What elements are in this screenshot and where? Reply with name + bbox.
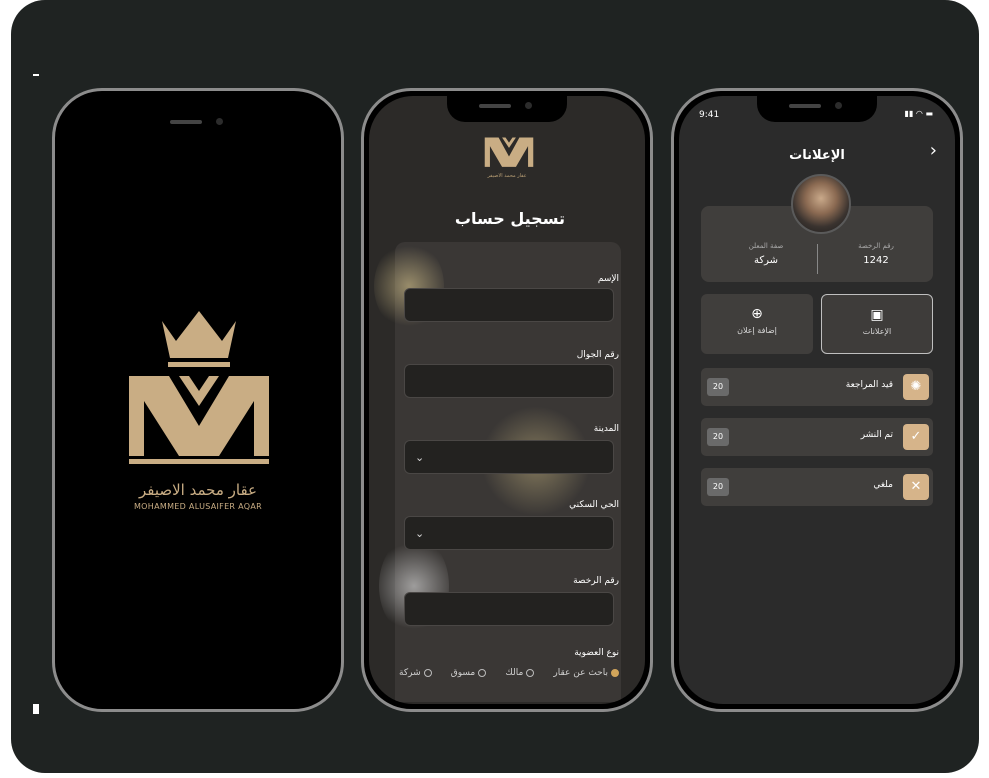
phone-registration: عقار محمد الاصيفر تسجيل حساب الإسم رقم ا… [361, 88, 653, 712]
mobile-field[interactable] [404, 364, 614, 398]
radio-icon [423, 669, 432, 677]
membership-option-seeker[interactable]: باحث عن عقار [553, 668, 619, 678]
speaker-icon [170, 120, 202, 124]
close-icon: ✕ [903, 474, 929, 500]
add-ad-tile[interactable]: ⊕ إضافة إعلان [701, 294, 813, 354]
divider [817, 244, 818, 274]
brand-name-english: MOHAMMED ALUSAIFER AQAR [133, 502, 262, 511]
membership-option-company[interactable]: شركة [399, 668, 432, 678]
license-label: رقم الرخصة [573, 576, 619, 586]
registration-screen: عقار محمد الاصيفر تسجيل حساب الإسم رقم ا… [369, 96, 645, 704]
radio-icon [478, 669, 487, 677]
brand-name-small: عقار محمد الاصيفر [487, 173, 527, 179]
membership-label: نوع العضوية [574, 648, 619, 658]
license-info: رقم الرخصة 1242 [858, 242, 894, 266]
camera-icon [525, 102, 532, 109]
mobile-label: رقم الجوال [576, 350, 619, 360]
membership-option-owner[interactable]: مالك [505, 668, 535, 678]
decor-dash [33, 74, 39, 76]
membership-options: باحث عن عقار مالك مسوق شركة [399, 668, 619, 678]
brand-logo-icon [129, 311, 269, 464]
city-label: المدينة [593, 424, 619, 434]
speaker-icon [789, 104, 821, 108]
brand-logo-small-icon [484, 137, 534, 167]
stat-row-published[interactable]: ✓ تم النشر 20 [701, 418, 933, 456]
camera-icon [216, 118, 223, 125]
decor-block [33, 704, 39, 714]
ads-screen: 9:41 ▮▮ ◠ ▬ › الإعلانات رقم الرخصة 1242 … [679, 96, 955, 704]
ads-icon: ▣ [870, 307, 884, 323]
ads-tile[interactable]: ▣ الإعلانات [821, 294, 933, 354]
stat-row-pending[interactable]: ✺ قيد المراجعة 20 [701, 368, 933, 406]
name-label: الإسم [597, 274, 619, 284]
phone-ads: 9:41 ▮▮ ◠ ▬ › الإعلانات رقم الرخصة 1242 … [671, 88, 963, 712]
status-time: 9:41 [699, 110, 720, 120]
check-icon: ✓ [903, 424, 929, 450]
radio-selected-icon [611, 669, 619, 677]
notch [757, 96, 877, 122]
signal-icon: ▮▮ [904, 109, 914, 118]
showcase-canvas: عقار محمد الاصيفر MOHAMMED ALUSAIFER AQA… [11, 0, 979, 773]
splash-screen: عقار محمد الاصيفر MOHAMMED ALUSAIFER AQA… [60, 96, 336, 704]
name-field[interactable] [404, 288, 614, 322]
district-label: الحي السكني [569, 500, 619, 510]
notch [447, 96, 567, 122]
district-select[interactable]: ⌄ [404, 516, 614, 550]
speaker-icon [479, 104, 511, 108]
membership-option-marketer[interactable]: مسوق [451, 668, 487, 678]
camera-icon [835, 102, 842, 109]
chevron-down-icon: ⌄ [415, 451, 425, 464]
spinner-icon: ✺ [903, 374, 929, 400]
city-select[interactable]: ⌄ [404, 440, 614, 474]
page-title: الإعلانات [789, 148, 845, 163]
brand-name-arabic: عقار محمد الاصيفر [138, 481, 257, 499]
page-title: تسجيل حساب [454, 209, 565, 228]
role-info: صفة المعلن شركة [748, 242, 784, 266]
license-field[interactable] [404, 592, 614, 626]
battery-icon: ▬ [925, 109, 933, 118]
status-icons: ▮▮ ◠ ▬ [905, 109, 933, 118]
stat-row-cancelled[interactable]: ✕ ملغي 20 [701, 468, 933, 506]
add-circle-icon: ⊕ [751, 306, 763, 322]
radio-icon [526, 669, 535, 677]
avatar [791, 174, 851, 234]
chevron-down-icon: ⌄ [415, 527, 425, 540]
wifi-icon: ◠ [915, 109, 923, 118]
phone-splash: عقار محمد الاصيفر MOHAMMED ALUSAIFER AQA… [52, 88, 344, 712]
